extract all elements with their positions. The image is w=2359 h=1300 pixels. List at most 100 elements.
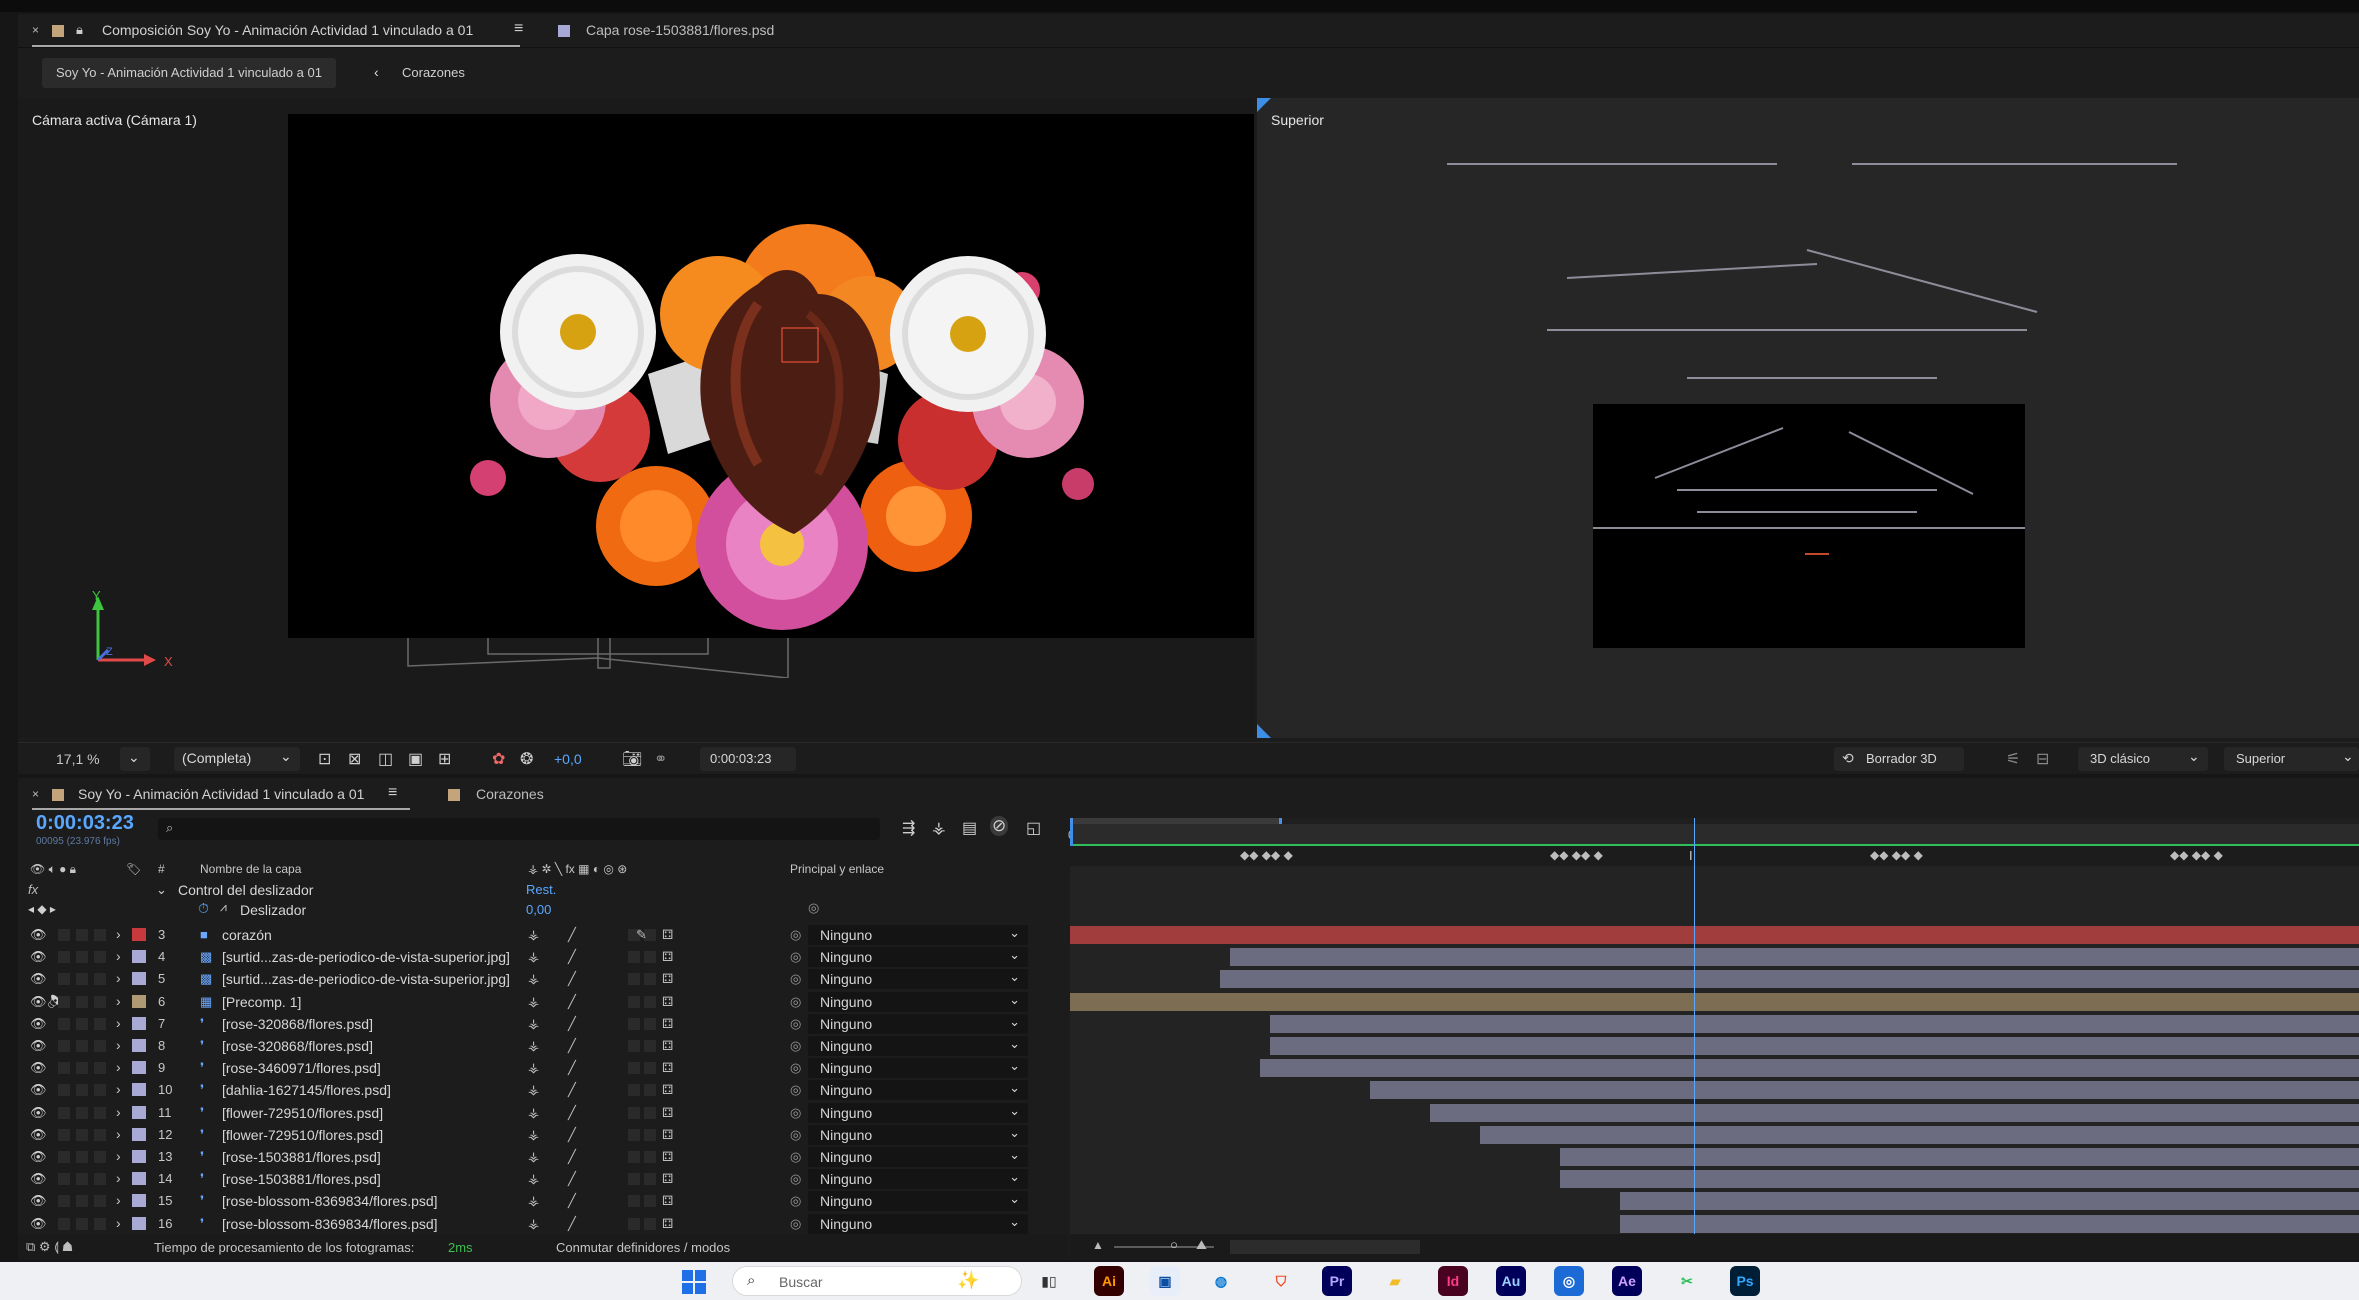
work-area-bar[interactable] — [1070, 824, 2359, 846]
layer-name[interactable]: [flower-729510/flores.psd] — [222, 1105, 383, 1121]
quality-switch-icon[interactable]: ╱ — [568, 1060, 576, 1076]
3d-layer-switch-icon[interactable]: ⚃ — [662, 1193, 673, 1209]
quality-switch-icon[interactable]: ╱ — [568, 1216, 576, 1232]
quality-switch-icon[interactable]: ╱ — [568, 1193, 576, 1209]
label-color-swatch[interactable] — [132, 928, 146, 941]
lock-toggle[interactable] — [94, 1084, 106, 1097]
layer-track-bar[interactable] — [1560, 1148, 2359, 1166]
layer-row[interactable]: 👁︎ › 13 ❜ [rose-1503881/flores.psd] ⚶ ╱ ⚃ ◎ Ningu… — [18, 1146, 1068, 1168]
layer-row[interactable]: 👁︎ › 5 ▩ [surtid...zas-de-periodico-de-vista… — [18, 968, 1068, 990]
generic-app-icon[interactable]: ◎ — [1554, 1266, 1584, 1296]
label-color-swatch[interactable] — [132, 994, 146, 1008]
layer-name[interactable]: [surtid...zas-de-periodico-de-vista-supe… — [222, 971, 510, 987]
label-color-swatch[interactable] — [132, 1105, 146, 1119]
current-time-field[interactable]: 0:00:03:23 — [700, 747, 796, 771]
layer-track-bar[interactable] — [1620, 1192, 2359, 1211]
chevron-right-icon[interactable]: › — [116, 1037, 121, 1053]
channels-icon[interactable]: ✿ — [492, 749, 505, 769]
layer-name[interactable]: [rose-1503881/flores.psd] — [222, 1149, 381, 1165]
ground-plane-icon[interactable]: ⚟ — [2006, 749, 2020, 769]
lock-toggle[interactable] — [94, 973, 106, 986]
motion-blur-switch[interactable] — [628, 1217, 640, 1230]
solo-toggle[interactable] — [76, 1173, 88, 1186]
layer-row[interactable]: 👁︎ › 11 ❜ [flower-729510/flores.psd] ⚶ ╱ ⚃ ◎ Ning… — [18, 1102, 1068, 1124]
composition-mini-flowchart-icon[interactable]: ⇶ — [902, 818, 915, 838]
motion-blur-switch[interactable] — [628, 1084, 640, 1097]
draft-3d-timeline-icon[interactable]: ⚶ — [932, 818, 946, 838]
shy-switch-icon[interactable]: ⚶ — [528, 1016, 539, 1032]
shy-switch-icon[interactable]: ⚶ — [528, 1105, 539, 1121]
lock-toggle[interactable] — [94, 1128, 106, 1141]
layer-track-bar[interactable] — [1270, 1014, 2359, 1033]
quality-switch-icon[interactable]: ╱ — [568, 1105, 576, 1121]
shy-switch-icon[interactable]: ⚶ — [528, 1193, 539, 1209]
solo-toggle[interactable] — [76, 1040, 88, 1052]
view-dropdown[interactable]: Superior ⌄ — [2224, 747, 2359, 771]
audio-toggle[interactable] — [58, 1106, 70, 1119]
3d-layer-switch-icon[interactable]: ⚃ — [662, 1149, 673, 1165]
lock-toggle[interactable] — [94, 1062, 106, 1075]
adjustment-switch[interactable] — [644, 1106, 656, 1119]
chevron-right-icon[interactable]: › — [116, 948, 121, 964]
layer-track-bar[interactable] — [1070, 992, 2359, 1011]
renderer-dropdown[interactable]: 3D clásico ⌄ — [2078, 747, 2208, 771]
graph-editor-icon[interactable]: ◱ — [1026, 818, 1041, 838]
grid-guides-icon[interactable]: ⊞ — [438, 749, 451, 769]
3d-layer-switch-icon[interactable]: ⚃ — [662, 1216, 673, 1232]
audio-toggle[interactable] — [58, 1217, 70, 1230]
shy-switch-icon[interactable]: ⚶ — [528, 994, 539, 1010]
solo-toggle[interactable] — [76, 1128, 88, 1141]
column-layer-name[interactable]: Nombre de la capa — [200, 862, 301, 876]
work-area-start[interactable] — [1070, 824, 1073, 846]
shy-switch-icon[interactable]: ⚶ — [528, 927, 539, 943]
adjustment-switch[interactable] — [644, 1062, 656, 1075]
quality-switch-icon[interactable]: ╱ — [568, 1038, 576, 1054]
audio-toggle[interactable] — [58, 1151, 70, 1163]
layer-name[interactable]: [rose-blossom-8369834/flores.psd] — [222, 1193, 438, 1209]
pick-whip-icon[interactable]: ◎ — [790, 1193, 801, 1209]
pick-whip-icon[interactable]: ◎ — [790, 1016, 801, 1032]
pick-whip-icon[interactable]: ◎ — [790, 1105, 801, 1121]
zoom-out-icon[interactable]: ▲ — [1092, 1238, 1104, 1252]
audio-toggle[interactable] — [58, 1062, 70, 1075]
label-color-swatch[interactable] — [132, 1172, 146, 1186]
transparency-grid-icon[interactable]: ⊠ — [348, 749, 361, 769]
keyframe-group[interactable]: ◆◆ ◆◆ ◆ — [1870, 848, 1923, 862]
parent-dropdown[interactable]: Ninguno ⌄ — [808, 1213, 1028, 1234]
3d-layer-switch-icon[interactable]: ⚃ — [662, 1060, 673, 1076]
lock-toggle[interactable] — [94, 995, 106, 1008]
label-color-swatch[interactable] — [132, 972, 146, 986]
quality-switch-icon[interactable]: ╱ — [568, 1127, 576, 1143]
zoom-slider-handle[interactable]: ○ — [1170, 1237, 1178, 1252]
audio-toggle[interactable] — [58, 973, 70, 986]
tab-layer[interactable]: Capa rose-1503881/flores.psd — [586, 22, 774, 38]
visibility-eye-icon[interactable]: 👁︎ — [30, 1171, 47, 1187]
top-view-viewer[interactable]: Superior — [1257, 98, 2359, 738]
lock-toggle[interactable] — [94, 1017, 106, 1030]
layer-tracks[interactable]: ◆◆ ◆◆ ◆ ◆◆ ◆◆ ◆ ◆◆ ◆◆ ◆ ◆◆ ◆◆ ◆ I — [1070, 818, 2359, 1260]
after-effects-app-icon[interactable]: Ae — [1612, 1266, 1642, 1296]
quality-switch-icon[interactable]: ╱ — [568, 1171, 576, 1187]
audio-toggle[interactable] — [58, 951, 70, 964]
adjustment-switch[interactable] — [644, 1128, 656, 1141]
timeline-current-time[interactable]: 0:00:03:23 — [36, 812, 134, 835]
show-snapshot-icon[interactable]: ⚭ — [654, 749, 667, 769]
draft-3d-toggle[interactable]: ⟲ Borrador 3D — [1834, 747, 1964, 771]
desktop-app-icon[interactable]: ▣ — [1150, 1266, 1180, 1296]
pen-icon[interactable]: ✎ — [636, 927, 647, 943]
visibility-eye-icon[interactable]: 👁︎ — [30, 1216, 47, 1232]
layer-row[interactable]: 👁︎ › 4 ▩ [surtid...zas-de-periodico-de-vista… — [18, 946, 1068, 968]
shy-switch-icon[interactable]: ⚶ — [528, 1038, 539, 1054]
adjustment-switch[interactable] — [644, 1217, 656, 1230]
3d-layer-switch-icon[interactable]: ⚃ — [662, 1082, 673, 1098]
solo-toggle[interactable] — [76, 1217, 88, 1230]
label-color-swatch[interactable] — [132, 1083, 146, 1097]
motion-blur-switch[interactable] — [628, 1128, 640, 1141]
parent-dropdown[interactable]: Ninguno ⌄ — [808, 1080, 1028, 1101]
lock-toggle[interactable] — [94, 1195, 106, 1208]
chevron-right-icon[interactable]: › — [116, 1059, 121, 1075]
layer-track-bar[interactable] — [1070, 926, 2359, 944]
adjustment-switch[interactable] — [644, 1017, 656, 1030]
layer-search-input[interactable]: ⌕ — [158, 818, 880, 840]
status-toggle-icons[interactable]: ⧉ ⚙︎ ⟬ ☗ — [26, 1239, 72, 1255]
